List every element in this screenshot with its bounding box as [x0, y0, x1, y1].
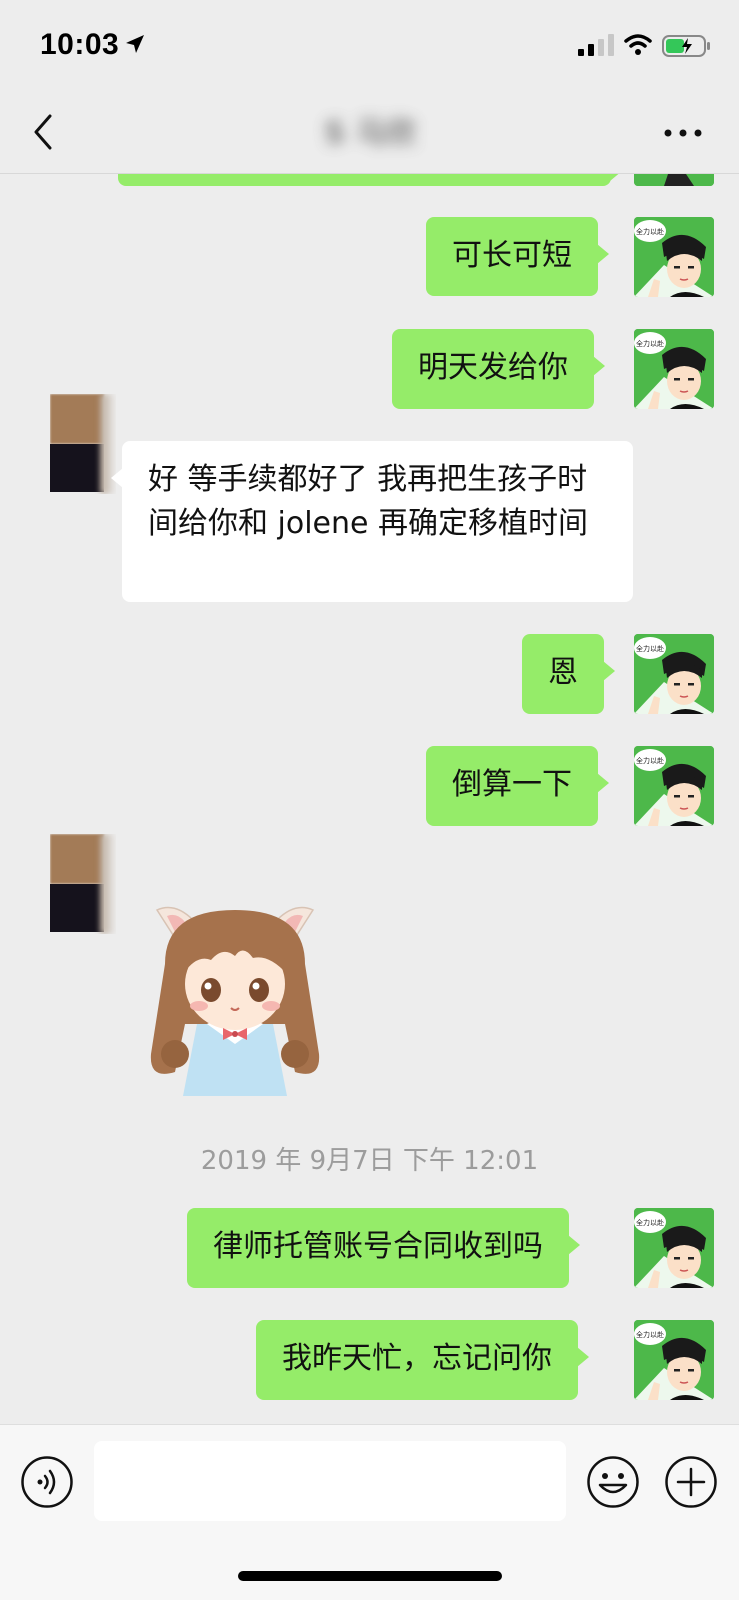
avatar-them[interactable]	[50, 394, 116, 494]
avatar-caption: 全力以赴	[636, 1330, 664, 1339]
message-bubble[interactable]: 明天发给你	[392, 329, 605, 409]
message-list[interactable]: 可长可短 全力以赴 明天发给你 全力以赴 好 等手续都好了 我再把生孩子时间给你…	[0, 174, 739, 1424]
status-bar: 10:03	[0, 0, 739, 92]
voice-icon[interactable]	[20, 1455, 74, 1509]
battery-icon	[662, 35, 710, 57]
message-bubble[interactable]: 律师托管账号合同收到吗	[187, 1208, 580, 1288]
avatar-caption: 全力以赴	[636, 644, 664, 653]
message-bubble[interactable]: 恩	[522, 634, 615, 714]
status-time: 10:03	[40, 28, 120, 61]
avatar-me[interactable]: 全力以赴	[634, 1208, 714, 1288]
location-arrow-icon	[126, 35, 144, 53]
avatar-caption: 全力以赴	[636, 756, 664, 765]
message-bubble-partial[interactable]	[118, 174, 622, 186]
signal-icon	[578, 34, 614, 56]
input-bar	[0, 1424, 739, 1600]
message-bubble[interactable]: 好 等手续都好了 我再把生孩子时间给你和 jolene 再确定移植时间	[111, 441, 633, 602]
message-bubble[interactable]: 我昨天忙，忘记问你	[256, 1320, 589, 1400]
home-indicator[interactable]	[238, 1571, 502, 1581]
message-bubble[interactable]: 可长可短	[426, 217, 609, 296]
avatar-me[interactable]: 全力以赴	[634, 1320, 714, 1400]
wifi-icon	[624, 34, 652, 55]
message-input[interactable]	[94, 1441, 566, 1521]
message-timestamp: 2019 年 9月7日 下午 12:01	[200, 1146, 539, 1176]
avatar-caption: 全力以赴	[636, 227, 664, 236]
avatar-me[interactable]: 全力以赴	[634, 746, 714, 826]
back-chevron-icon[interactable]	[28, 112, 58, 152]
avatar-me[interactable]: 全力以赴	[634, 217, 714, 297]
avatar-me[interactable]: 全力以赴	[634, 634, 714, 714]
message-bubble[interactable]: 倒算一下	[426, 746, 609, 826]
girl-sticker-image[interactable]	[145, 904, 325, 1096]
emoji-icon[interactable]	[586, 1455, 640, 1509]
chat-title: S 马欣	[323, 116, 417, 151]
more-dots-icon[interactable]	[660, 116, 706, 150]
chat-header: S 马欣	[0, 92, 739, 174]
avatar-me[interactable]: 全力以赴	[634, 329, 714, 409]
avatar-caption: 全力以赴	[636, 339, 664, 348]
avatar-me[interactable]	[634, 174, 714, 186]
avatar-them[interactable]	[50, 834, 116, 934]
plus-icon[interactable]	[664, 1455, 718, 1509]
avatar-caption: 全力以赴	[636, 1218, 664, 1227]
